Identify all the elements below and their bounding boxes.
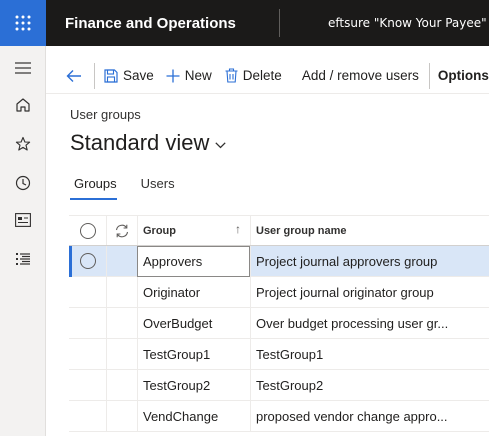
chevron-down-icon [215,141,227,148]
table-row[interactable]: TestGroup2 TestGroup2 [69,370,489,401]
row-spacer [106,339,137,370]
name-header-label: User group name [256,224,347,237]
name-cell[interactable]: TestGroup1 [250,339,489,370]
row-select[interactable] [69,370,106,401]
name-cell[interactable]: TestGroup2 [250,370,489,401]
row-radio-icon [79,253,96,269]
sort-ascending-icon: ↑ [235,222,241,236]
tab-strip: Groups Users [70,176,195,200]
app-launcher-button[interactable] [0,0,46,46]
save-label: Save [123,68,154,83]
row-select[interactable] [69,401,106,432]
page-caption: User groups [70,107,141,122]
group-header-label: Group [143,224,176,237]
group-cell[interactable]: Approvers [137,246,250,277]
hamburger-icon[interactable] [13,58,33,78]
save-button[interactable]: Save [95,61,166,91]
save-icon [104,68,118,83]
left-navigation [0,46,46,436]
back-arrow-icon [66,69,81,82]
row-spacer [106,401,137,432]
name-cell[interactable]: proposed vendor change appro... [250,401,489,432]
table-row[interactable]: OverBudget Over budget processing user g… [69,308,489,339]
top-bar: Finance and Operations eftsure "Know You… [0,0,489,46]
action-pane: Save New Delete Add / remove users Optio… [46,58,489,94]
company-name[interactable]: eftsure "Know Your Payee" [280,16,487,30]
new-label: New [184,68,212,83]
table-row[interactable]: TestGroup1 TestGroup1 [69,339,489,370]
row-spacer [106,370,137,401]
favorites-star-icon[interactable] [13,134,33,154]
row-spacer [106,308,137,339]
content-panel: Save New Delete Add / remove users Optio… [46,46,489,436]
select-all-checkbox[interactable] [69,216,106,245]
table-row[interactable]: Originator Project journal originator gr… [69,277,489,308]
refresh-button[interactable] [106,216,137,245]
row-spacer [106,246,137,277]
group-cell[interactable]: OverBudget [137,308,250,339]
back-button[interactable] [46,61,94,91]
options-tab[interactable]: Options [430,61,489,91]
new-button[interactable]: New [166,61,225,91]
view-selector[interactable]: Standard view [70,130,227,156]
tab-users[interactable]: Users [137,176,175,200]
user-groups-grid: Group ↑ User group name Approvers Projec… [69,215,489,432]
page-title: Standard view [70,130,210,155]
name-cell[interactable]: Over budget processing user gr... [250,308,489,339]
group-cell[interactable]: Originator [137,277,250,308]
table-row[interactable]: VendChange proposed vendor change appro.… [69,401,489,432]
refresh-icon [115,224,129,237]
waffle-icon [15,15,31,31]
add-remove-users-button[interactable]: Add / remove users [302,61,429,91]
home-icon[interactable] [13,95,33,115]
grid-header: Group ↑ User group name [69,215,489,246]
delete-button[interactable]: Delete [225,61,302,91]
group-cell[interactable]: TestGroup2 [137,370,250,401]
name-column-header[interactable]: User group name [250,216,489,245]
row-select[interactable] [69,308,106,339]
group-cell[interactable]: VendChange [137,401,250,432]
row-select[interactable] [69,339,106,370]
table-row[interactable]: Approvers Project journal approvers grou… [69,246,489,277]
group-column-header[interactable]: Group ↑ [137,216,250,245]
add-remove-users-label: Add / remove users [301,68,419,83]
options-label: Options [437,68,489,83]
plus-icon [166,69,180,83]
delete-label: Delete [242,68,282,83]
recent-clock-icon[interactable] [13,173,33,193]
modules-list-icon[interactable] [13,249,33,269]
row-select[interactable] [69,277,106,308]
tab-groups[interactable]: Groups [70,176,117,200]
trash-icon [225,68,238,83]
workspaces-icon[interactable] [13,210,33,230]
name-cell[interactable]: Project journal approvers group [250,246,489,277]
name-cell[interactable]: Project journal originator group [250,277,489,308]
row-select[interactable] [69,246,106,277]
app-title[interactable]: Finance and Operations [46,15,279,32]
group-cell[interactable]: TestGroup1 [137,339,250,370]
row-spacer [106,277,137,308]
select-all-radio-icon [79,222,96,239]
